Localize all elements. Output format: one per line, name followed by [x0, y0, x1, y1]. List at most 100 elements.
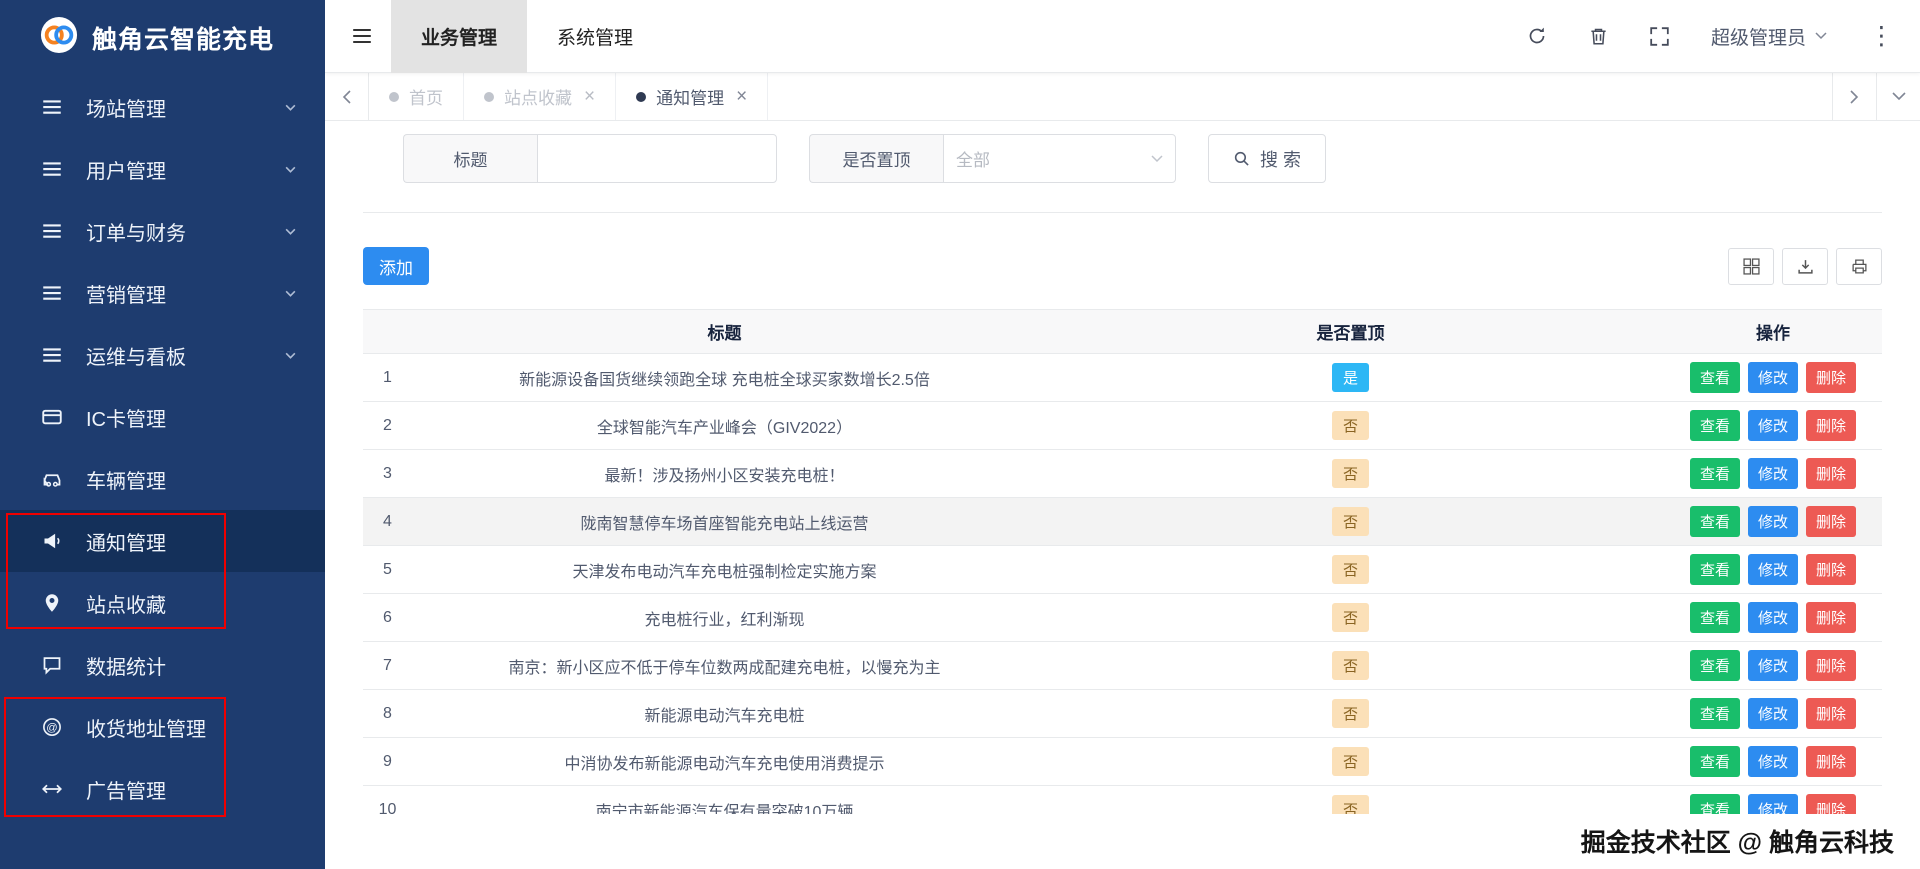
- delete-button[interactable]: 删除: [1806, 362, 1857, 393]
- sidebar-item-label: 用户管理: [86, 160, 166, 183]
- title-filter-input[interactable]: [537, 134, 777, 183]
- row-title: 南宁市新能源汽车保有量突破10万辆: [412, 785, 1037, 814]
- menu-lines-icon: [42, 283, 70, 303]
- collapse-menu-icon[interactable]: [325, 25, 391, 47]
- sidebar-item-users[interactable]: 用户管理: [0, 138, 325, 200]
- sidebar-item-site-fav[interactable]: 站点收藏: [0, 572, 325, 634]
- grid-icon[interactable]: [1728, 247, 1774, 285]
- search-button[interactable]: 搜 索: [1208, 134, 1327, 183]
- edit-button[interactable]: 修改: [1747, 698, 1798, 729]
- row-title: 天津发布电动汽车充电桩强制检定实施方案: [412, 545, 1037, 594]
- sidebar-item-stats[interactable]: 数据统计: [0, 634, 325, 696]
- column-header: 操作: [1664, 309, 1882, 354]
- tab-scroll-left-icon[interactable]: [325, 73, 369, 120]
- view-button[interactable]: 查看: [1689, 410, 1740, 441]
- topbar: 业务管理 系统管理 超级管理员 ⋮: [325, 0, 1920, 73]
- fullscreen-icon[interactable]: [1650, 26, 1669, 46]
- istop-filter-group: 是否置顶 全部: [809, 134, 1176, 183]
- add-button[interactable]: 添加: [363, 247, 429, 285]
- page-tab-home[interactable]: 首页: [369, 73, 464, 120]
- delete-button[interactable]: 删除: [1806, 698, 1857, 729]
- istop-badge: 否: [1331, 651, 1369, 680]
- view-button[interactable]: 查看: [1689, 554, 1740, 585]
- tab-scroll-right-icon[interactable]: [1832, 73, 1876, 120]
- delete-button[interactable]: 删除: [1806, 554, 1857, 585]
- chevron-down-icon: [284, 225, 297, 238]
- sidebar-item-ops[interactable]: 运维与看板: [0, 324, 325, 386]
- edit-button[interactable]: 修改: [1747, 794, 1798, 814]
- sidebar-item-vehicles[interactable]: 车辆管理: [0, 448, 325, 510]
- row-index: 1: [363, 353, 412, 402]
- edit-button[interactable]: 修改: [1747, 746, 1798, 777]
- print-icon[interactable]: [1836, 247, 1882, 285]
- istop-selected-value: 全部: [956, 151, 990, 170]
- view-button[interactable]: 查看: [1689, 698, 1740, 729]
- row-index: 4: [363, 497, 412, 546]
- view-button[interactable]: 查看: [1689, 458, 1740, 489]
- sidebar-item-address[interactable]: @ 收货地址管理: [0, 696, 325, 758]
- edit-button[interactable]: 修改: [1747, 554, 1798, 585]
- istop-filter-select[interactable]: 全部: [943, 134, 1176, 183]
- row-actions: 查看 修改 删除: [1664, 689, 1882, 738]
- view-button[interactable]: 查看: [1689, 602, 1740, 633]
- delete-button[interactable]: 删除: [1806, 602, 1857, 633]
- delete-button[interactable]: 删除: [1806, 746, 1857, 777]
- delete-button[interactable]: 删除: [1806, 410, 1857, 441]
- edit-button[interactable]: 修改: [1747, 602, 1798, 633]
- sidebar-item-label: 收货地址管理: [86, 718, 206, 741]
- header-tab-business[interactable]: 业务管理: [391, 0, 528, 73]
- istop-badge: 是: [1331, 363, 1369, 392]
- edit-button[interactable]: 修改: [1747, 410, 1798, 441]
- sidebar-item-notice[interactable]: 通知管理: [0, 510, 325, 572]
- row-actions: 查看 修改 删除: [1664, 641, 1882, 690]
- row-title: 中消协发布新能源电动汽车充电使用消费提示: [412, 737, 1037, 786]
- delete-button[interactable]: 删除: [1806, 506, 1857, 537]
- pin-icon: [42, 593, 70, 613]
- delete-button[interactable]: 删除: [1806, 458, 1857, 489]
- sidebar-item-station[interactable]: 场站管理: [0, 76, 325, 138]
- sidebar: 触角云智能充电 场站管理用户管理订单与财务 营销管理 运维与看板 IC卡管理 车辆管理通…: [0, 0, 325, 869]
- filter-section: 标题 是否置顶 全部 搜 索: [363, 121, 1882, 213]
- export-icon[interactable]: [1782, 247, 1828, 285]
- table-row: 5 天津发布电动汽车充电桩强制检定实施方案 否 查看 修改 删除: [363, 545, 1882, 594]
- sidebar-item-orders[interactable]: 订单与财务: [0, 200, 325, 262]
- chevron-down-icon: [284, 101, 297, 114]
- page-tab-label: 通知管理: [656, 89, 725, 108]
- chevron-down-icon: [284, 349, 297, 362]
- user-name: 超级管理员: [1710, 27, 1806, 49]
- edit-button[interactable]: 修改: [1747, 506, 1798, 537]
- delete-button[interactable]: 删除: [1806, 794, 1857, 814]
- edit-button[interactable]: 修改: [1747, 362, 1798, 393]
- view-button[interactable]: 查看: [1689, 794, 1740, 814]
- app-root: 触角云智能充电 场站管理 用户管理 订单与财务 营销管理 运维与看板 IC卡管理 车辆管理通…: [0, 0, 1920, 869]
- view-button[interactable]: 查看: [1689, 650, 1740, 681]
- istop-badge: 否: [1331, 411, 1369, 440]
- refresh-icon[interactable]: [1527, 26, 1547, 46]
- watermark: 掘金技术社区 @ 触角云科技: [1580, 829, 1894, 857]
- page-tab-label: 站点收藏: [504, 89, 572, 108]
- edit-button[interactable]: 修改: [1747, 650, 1798, 681]
- sidebar-nav: 场站管理用户管理订单与财务 营销管理 运维与看板 IC卡管理 车辆管理 通知管理站点收藏数…: [0, 76, 325, 820]
- page-tab-site-fav[interactable]: 站点收藏 ×: [464, 73, 617, 120]
- view-button[interactable]: 查看: [1689, 362, 1740, 393]
- close-icon[interactable]: ×: [736, 87, 747, 106]
- trash-icon[interactable]: [1589, 26, 1608, 46]
- header-tab-system[interactable]: 系统管理: [527, 0, 663, 73]
- page-tab-notice[interactable]: 通知管理 ×: [616, 73, 769, 120]
- row-title: 全球智能汽车产业峰会（GIV2022）: [412, 401, 1037, 450]
- sidebar-item-label: 广告管理: [86, 780, 166, 803]
- sidebar-item-ic-card[interactable]: IC卡管理: [0, 386, 325, 448]
- sidebar-item-ads[interactable]: 广告管理: [0, 758, 325, 820]
- delete-button[interactable]: 删除: [1806, 650, 1857, 681]
- close-icon[interactable]: ×: [584, 87, 595, 106]
- app-logo: 触角云智能充电: [0, 0, 325, 76]
- view-button[interactable]: 查看: [1689, 506, 1740, 537]
- tab-list-dropdown-icon[interactable]: [1876, 73, 1920, 120]
- kebab-menu-icon[interactable]: ⋮: [1869, 23, 1894, 49]
- sidebar-item-label: 场站管理: [86, 98, 166, 121]
- user-menu[interactable]: 超级管理员: [1711, 23, 1827, 50]
- view-button[interactable]: 查看: [1689, 746, 1740, 777]
- edit-button[interactable]: 修改: [1747, 458, 1798, 489]
- sidebar-item-marketing[interactable]: 营销管理: [0, 262, 325, 324]
- sidebar-item-label: 站点收藏: [86, 594, 166, 617]
